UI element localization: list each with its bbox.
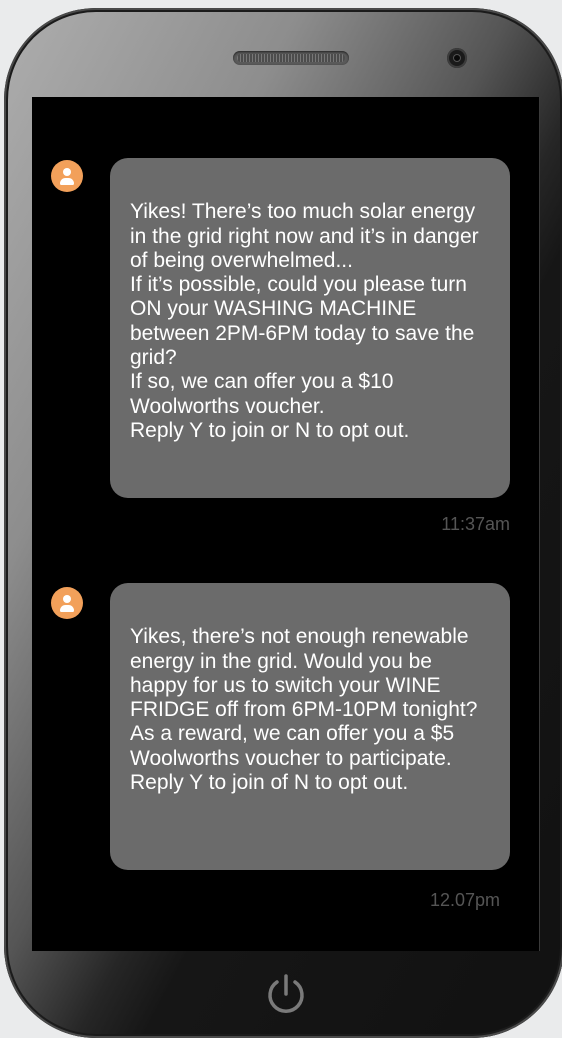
power-icon[interactable] <box>262 970 310 1018</box>
sender-avatar-person-icon <box>51 160 83 192</box>
message-text-1: Yikes! There’s too much solar energy in … <box>130 200 479 442</box>
message-text-2: Yikes, there’s not enough renewable ener… <box>130 625 478 795</box>
sender-avatar-person-icon <box>51 587 83 619</box>
avatar-body <box>60 605 74 612</box>
message-timestamp-1: 11:37am <box>441 514 510 534</box>
message-bubble-1[interactable]: Yikes! There’s too much solar energy in … <box>110 158 510 498</box>
message-bubble-2[interactable]: Yikes, there’s not enough renewable ener… <box>110 583 510 870</box>
speaker-grille <box>233 51 349 65</box>
avatar-head <box>63 595 71 603</box>
avatar-body <box>60 178 74 185</box>
avatar-head <box>63 168 71 176</box>
message-screen[interactable]: Yikes! There’s too much solar energy in … <box>32 97 540 951</box>
front-camera <box>447 48 467 68</box>
message-timestamp-2: 12.07pm <box>429 890 500 910</box>
